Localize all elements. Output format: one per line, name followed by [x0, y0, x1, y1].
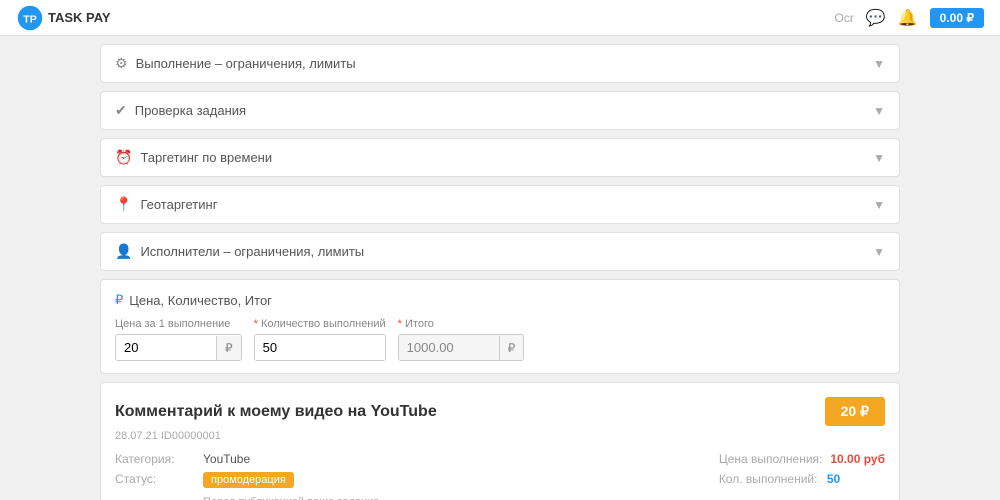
category-label: Категория:: [115, 452, 195, 466]
accordion-check-header[interactable]: ✔ Проверка задания ▼: [101, 92, 899, 129]
price-input[interactable]: [116, 335, 216, 360]
task-price-badge: 20 ₽: [825, 397, 885, 426]
accordion-users-header[interactable]: 👤 Исполнители – ограничения, лимиты ▼: [101, 233, 899, 270]
task-id: 28.07.21 ID00000001: [115, 430, 885, 442]
total-field-group: * Итого ₽: [398, 318, 525, 361]
accordion-geo-left: 📍 Геотаргетинг: [115, 196, 217, 213]
right-price-label: Цена выполнения:: [719, 452, 823, 466]
notification-button[interactable]: 🔔: [898, 8, 918, 28]
chevron-down-icon: ▼: [873, 245, 885, 259]
accordion-execution-left: ⚙ Выполнение – ограничения, лимиты: [115, 55, 356, 72]
accordion-check-label: Проверка задания: [135, 103, 246, 118]
category-value: YouTube: [203, 452, 250, 466]
right-qty-value: 50: [827, 472, 840, 486]
status-badge: промодерация: [203, 472, 294, 488]
accordion-check[interactable]: ✔ Проверка задания ▼: [100, 91, 900, 130]
qty-field-group: * Количество выполнений: [254, 318, 386, 361]
chevron-down-icon: ▼: [873, 57, 885, 71]
price-section-title: ₽ Цена, Количество, Итог: [115, 292, 885, 308]
total-currency: ₽: [499, 336, 524, 360]
execution-icon: ⚙: [115, 55, 128, 72]
accordion-users-left: 👤 Исполнители – ограничения, лимиты: [115, 243, 364, 260]
accordion-geo-header[interactable]: 📍 Геотаргетинг ▼: [101, 186, 899, 223]
price-title-text: Цена, Количество, Итог: [129, 293, 272, 308]
logo: TP TASK PAY: [16, 4, 111, 32]
total-label: * Итого: [398, 318, 525, 330]
promo-text-row: Перед публикацией ваше задание должно пр…: [115, 494, 679, 500]
price-icon: ₽: [115, 292, 123, 308]
balance-badge: 0.00 ₽: [930, 8, 984, 28]
task-details-left: Категория: YouTube Статус: промодерация …: [115, 452, 679, 500]
price-input-wrap: ₽: [115, 334, 242, 361]
main-content: ⚙ Выполнение – ограничения, лимиты ▼ ✔ П…: [0, 36, 1000, 500]
header-right: Ocr 💬 🔔 0.00 ₽: [834, 8, 984, 28]
qty-label: * Количество выполнений: [254, 318, 386, 330]
price-fields: Цена за 1 выполнение ₽ * Количество выпо…: [115, 318, 885, 361]
check-icon: ✔: [115, 102, 127, 119]
chat-button[interactable]: 💬: [866, 8, 886, 28]
logo-icon: TP: [16, 4, 44, 32]
accordion-users-label: Исполнители – ограничения, лимиты: [140, 244, 364, 259]
price-currency: ₽: [216, 336, 241, 360]
chevron-down-icon: ▼: [873, 198, 885, 212]
geo-icon: 📍: [115, 196, 132, 213]
promo-text: Перед публикацией ваше задание должно пр…: [203, 494, 403, 500]
accordion-geo[interactable]: 📍 Геотаргетинг ▼: [100, 185, 900, 224]
chevron-down-icon: ▼: [873, 104, 885, 118]
accordion-geo-label: Геотаргетинг: [140, 197, 217, 212]
users-icon: 👤: [115, 243, 132, 260]
total-input-wrap: ₽: [398, 334, 525, 361]
task-details: Категория: YouTube Статус: промодерация …: [115, 452, 885, 500]
right-qty-row: Кол. выполнений: 50: [719, 472, 885, 486]
price-field-group: Цена за 1 выполнение ₽: [115, 318, 242, 361]
accordion-time-label: Таргетинг по времени: [140, 150, 272, 165]
task-preview-header: Комментарий к моему видео на YouTube 20 …: [115, 397, 885, 426]
svg-text:TP: TP: [23, 13, 36, 25]
ocr-label: Ocr: [834, 11, 853, 25]
accordion-time-header[interactable]: ⏰ Таргетинг по времени ▼: [101, 139, 899, 176]
status-label: Статус:: [115, 472, 195, 486]
chevron-down-icon: ▼: [873, 151, 885, 165]
right-qty-label: Кол. выполнений:: [719, 472, 819, 486]
accordion-check-left: ✔ Проверка задания: [115, 102, 246, 119]
accordion-users[interactable]: 👤 Исполнители – ограничения, лимиты ▼: [100, 232, 900, 271]
accordion-execution-header[interactable]: ⚙ Выполнение – ограничения, лимиты ▼: [101, 45, 899, 82]
accordion-execution[interactable]: ⚙ Выполнение – ограничения, лимиты ▼: [100, 44, 900, 83]
task-title: Комментарий к моему видео на YouTube: [115, 403, 437, 421]
accordion-execution-label: Выполнение – ограничения, лимиты: [136, 56, 356, 71]
accordion-time-left: ⏰ Таргетинг по времени: [115, 149, 272, 166]
logo-text: TASK PAY: [48, 10, 111, 25]
price-section: ₽ Цена, Количество, Итог Цена за 1 выпол…: [100, 279, 900, 374]
qty-input-wrap: [254, 334, 386, 361]
time-icon: ⏰: [115, 149, 132, 166]
qty-input[interactable]: [255, 335, 385, 360]
task-details-right: Цена выполнения: 10.00 руб Кол. выполнен…: [719, 452, 885, 500]
price-label: Цена за 1 выполнение: [115, 318, 242, 330]
task-status-row: Статус: промодерация: [115, 472, 679, 488]
task-category-row: Категория: YouTube: [115, 452, 679, 466]
task-preview-card: Комментарий к моему видео на YouTube 20 …: [100, 382, 900, 500]
right-price-row: Цена выполнения: 10.00 руб: [719, 452, 885, 466]
accordion-time[interactable]: ⏰ Таргетинг по времени ▼: [100, 138, 900, 177]
right-price-value: 10.00 руб: [830, 452, 885, 466]
header: TP TASK PAY Ocr 💬 🔔 0.00 ₽: [0, 0, 1000, 36]
total-input: [399, 335, 499, 360]
